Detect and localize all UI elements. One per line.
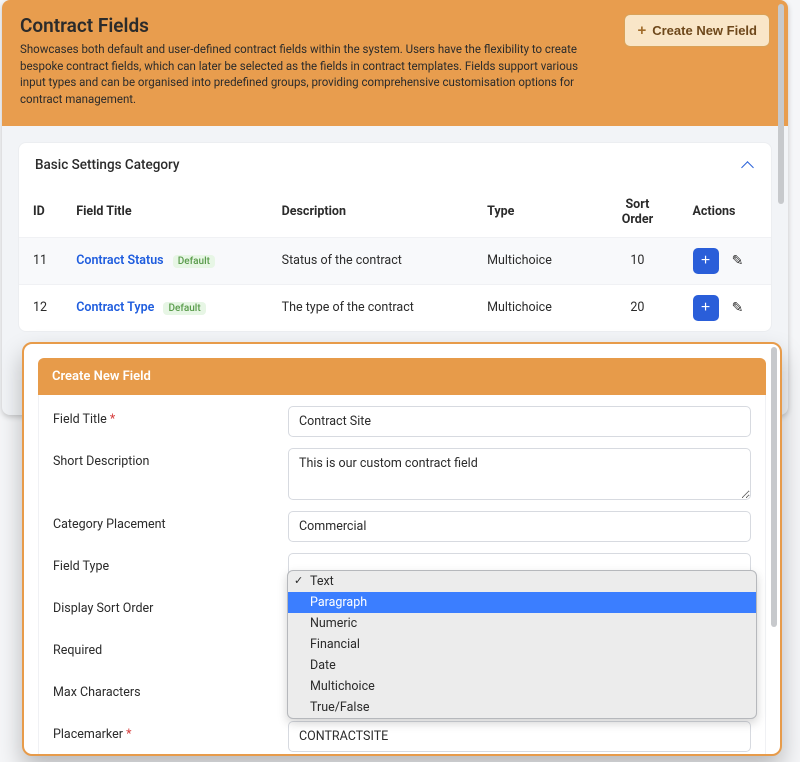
col-desc: Description xyxy=(268,187,473,238)
category-card: Basic Settings Category ID Field Title D… xyxy=(18,142,772,332)
add-option-button[interactable]: + xyxy=(693,248,719,274)
dropdown-option-multichoice[interactable]: Multichoice xyxy=(288,676,756,697)
dropdown-option-financial[interactable]: Financial xyxy=(288,634,756,655)
modal-title: Create New Field xyxy=(38,358,766,395)
default-badge: Default xyxy=(163,302,205,315)
table-row: 12 Contract Type Default The type of the… xyxy=(19,284,771,331)
create-button-label: Create New Field xyxy=(652,23,757,38)
page-title: Contract Fields xyxy=(20,14,608,37)
field-title-label: Field Title * xyxy=(53,406,268,427)
table-row: 11 Contract Status Default Status of the… xyxy=(19,237,771,284)
edit-button[interactable]: ✎ xyxy=(727,297,749,319)
col-title: Field Title xyxy=(62,187,267,238)
dropdown-option-numeric[interactable]: Numeric xyxy=(288,613,756,634)
short-description-input[interactable]: This is our custom contract field xyxy=(288,448,751,500)
col-sort: Sort Order xyxy=(596,187,678,238)
create-new-field-button[interactable]: + Create New Field xyxy=(624,14,770,47)
col-id: ID xyxy=(19,187,62,238)
category-title: Basic Settings Category xyxy=(35,157,180,173)
page-header: Contract Fields Showcases both default a… xyxy=(2,0,788,126)
field-title-link[interactable]: Contract Status xyxy=(76,253,163,268)
dropdown-option-text[interactable]: Text xyxy=(288,571,756,592)
fields-table: ID Field Title Description Type Sort Ord… xyxy=(19,187,771,331)
default-badge: Default xyxy=(173,255,215,268)
chevron-up-icon xyxy=(741,158,755,172)
field-type-dropdown[interactable]: Text Paragraph Numeric Financial Date Mu… xyxy=(287,570,757,719)
category-placement-input[interactable] xyxy=(288,511,751,542)
field-title-link[interactable]: Contract Type xyxy=(76,300,154,315)
category-placement-label: Category Placement xyxy=(53,511,268,532)
short-description-label: Short Description xyxy=(53,448,268,469)
dropdown-option-truefalse[interactable]: True/False xyxy=(288,697,756,718)
display-sort-order-label: Display Sort Order xyxy=(53,595,268,616)
dropdown-option-paragraph[interactable]: Paragraph xyxy=(288,592,756,613)
scrollbar[interactable] xyxy=(771,347,777,751)
field-title-input[interactable] xyxy=(288,406,751,437)
placemarker-label: Placemarker * xyxy=(53,721,268,742)
field-type-label: Field Type xyxy=(53,553,268,574)
edit-button[interactable]: ✎ xyxy=(727,250,749,272)
required-label: Required xyxy=(53,637,268,658)
dropdown-option-date[interactable]: Date xyxy=(288,655,756,676)
placemarker-input[interactable] xyxy=(288,721,751,752)
max-characters-label: Max Characters xyxy=(53,679,268,700)
add-option-button[interactable]: + xyxy=(693,295,719,321)
category-header[interactable]: Basic Settings Category xyxy=(19,143,771,187)
col-type: Type xyxy=(473,187,596,238)
page-description: Showcases both default and user-defined … xyxy=(20,41,580,108)
col-actions: Actions xyxy=(679,187,771,238)
plus-icon: + xyxy=(637,23,646,38)
